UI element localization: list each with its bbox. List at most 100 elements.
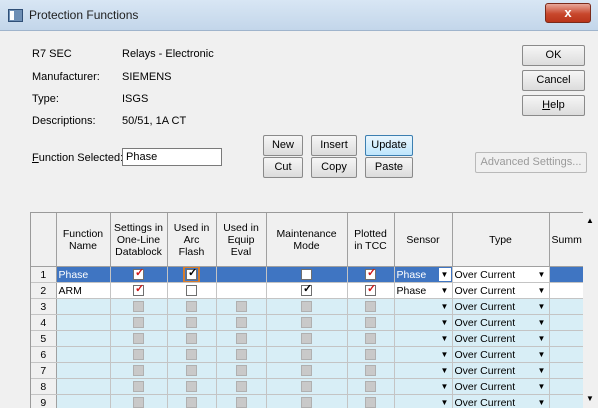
settings-checkbox-cell [110, 394, 168, 408]
function-name-cell[interactable] [56, 378, 111, 395]
ok-button[interactable]: OK [522, 45, 585, 66]
function-name-cell[interactable] [56, 362, 111, 379]
type-select[interactable]: Over Current ▼ [452, 314, 550, 331]
dropdown-arrow-icon[interactable]: ▼ [536, 332, 548, 345]
sensor-select[interactable]: Phase ▼ [394, 282, 453, 299]
dropdown-arrow-icon[interactable]: ▼ [536, 268, 548, 281]
maintenance-checkbox-cell[interactable] [266, 266, 348, 283]
function-selected-field[interactable]: Phase [122, 148, 222, 166]
new-button[interactable]: New [263, 135, 303, 156]
checkbox-checked[interactable]: ✓ [183, 266, 200, 282]
settings-checkbox-cell[interactable]: ✓ [110, 282, 168, 299]
function-name-cell[interactable] [56, 314, 111, 331]
header-type[interactable]: Type [452, 213, 550, 267]
update-button[interactable]: Update [365, 135, 413, 156]
checkbox-disabled [186, 349, 197, 361]
function-name-cell[interactable] [56, 394, 111, 408]
function-name-cell[interactable]: ARM [56, 282, 111, 299]
dropdown-arrow-icon[interactable]: ▼ [536, 316, 548, 329]
header-sensor[interactable]: Sensor [394, 213, 453, 267]
dropdown-arrow-icon[interactable]: ▼ [536, 300, 548, 313]
header-maintenance-mode[interactable]: Maintenance Mode [266, 213, 348, 267]
plotted-checkbox-cell[interactable]: ✓ [347, 266, 395, 283]
vertical-scrollbar[interactable]: ▲ ▼ [583, 212, 598, 408]
type-select[interactable]: Over Current ▼ [452, 346, 550, 363]
dropdown-arrow-icon[interactable]: ▼ [536, 380, 548, 393]
insert-button[interactable]: Insert [311, 135, 357, 156]
sensor-select[interactable]: ▼ [394, 298, 453, 315]
checkbox-checked-red[interactable]: ✓ [133, 267, 144, 281]
table-row[interactable]: 4 ▼ Over Current ▼ [31, 314, 590, 331]
cancel-button[interactable]: Cancel [522, 70, 585, 91]
dropdown-arrow-icon[interactable]: ▼ [536, 348, 548, 361]
function-name-cell[interactable]: Phase [56, 266, 111, 283]
arc-flash-checkbox-cell[interactable]: ✓ [167, 266, 217, 283]
dropdown-arrow-icon[interactable]: ▼ [439, 396, 451, 408]
table-row[interactable]: 6 ▼ Over Current ▼ [31, 346, 590, 363]
checkbox-disabled [365, 317, 376, 329]
dropdown-arrow-icon[interactable]: ▼ [439, 364, 451, 377]
paste-button[interactable]: Paste [365, 157, 413, 178]
type-select[interactable]: Over Current ▼ [452, 362, 550, 379]
scroll-down-icon[interactable]: ▼ [586, 394, 594, 403]
dropdown-arrow-icon[interactable]: ▼ [439, 316, 451, 329]
dropdown-arrow-icon[interactable]: ▼ [536, 396, 548, 408]
plotted-checkbox-cell [347, 346, 395, 363]
window-title: Protection Functions [29, 8, 139, 22]
plotted-checkbox-cell[interactable]: ✓ [347, 282, 395, 299]
checkbox-checked-red[interactable]: ✓ [365, 283, 376, 297]
header-function-name[interactable]: Function Name [56, 213, 111, 267]
help-button[interactable]: Help [522, 95, 585, 116]
type-select[interactable]: Over Current ▼ [452, 282, 550, 299]
checkbox-checked[interactable]: ✓ [301, 283, 312, 297]
close-button[interactable]: x [545, 3, 591, 23]
sensor-select[interactable]: ▼ [394, 330, 453, 347]
header-equip-eval[interactable]: Used in Equip Eval [216, 213, 267, 267]
type-select[interactable]: Over Current ▼ [452, 298, 550, 315]
maintenance-checkbox-cell[interactable]: ✓ [266, 282, 348, 299]
type-select[interactable]: Over Current ▼ [452, 394, 550, 408]
type-select[interactable]: Over Current ▼ [452, 266, 550, 283]
table-row[interactable]: 1 Phase ✓ ✓ ✓ Phase ▼ Over Current ▼ [31, 266, 590, 283]
dropdown-arrow-icon[interactable]: ▼ [439, 348, 451, 361]
sensor-select[interactable]: ▼ [394, 394, 453, 408]
settings-checkbox-cell[interactable]: ✓ [110, 266, 168, 283]
function-name-cell[interactable] [56, 298, 111, 315]
sensor-select[interactable]: ▼ [394, 362, 453, 379]
checkbox-checked-red[interactable]: ✓ [365, 267, 376, 281]
table-row[interactable]: 8 ▼ Over Current ▼ [31, 378, 590, 395]
table-row[interactable]: 5 ▼ Over Current ▼ [31, 330, 590, 347]
dropdown-arrow-icon[interactable]: ▼ [438, 268, 451, 281]
sensor-select[interactable]: ▼ [394, 346, 453, 363]
scroll-up-icon[interactable]: ▲ [586, 216, 594, 225]
sensor-select[interactable]: ▼ [394, 314, 453, 331]
header-settings-datablock[interactable]: Settings in One-Line Datablock [110, 213, 168, 267]
checkbox-checked-red[interactable]: ✓ [133, 283, 144, 297]
type-select[interactable]: Over Current ▼ [452, 378, 550, 395]
cut-button[interactable]: Cut [263, 157, 303, 178]
dropdown-arrow-icon[interactable]: ▼ [439, 380, 451, 393]
header-plotted-tcc[interactable]: Plotted in TCC [347, 213, 395, 267]
checkbox-disabled [301, 333, 312, 345]
checkbox-unchecked[interactable] [186, 285, 197, 297]
dropdown-arrow-icon[interactable]: ▼ [536, 284, 548, 297]
dropdown-arrow-icon[interactable]: ▼ [439, 300, 451, 313]
sensor-select[interactable]: Phase ▼ [394, 266, 453, 283]
dropdown-arrow-icon[interactable]: ▼ [439, 284, 451, 297]
sensor-select[interactable]: ▼ [394, 378, 453, 395]
table-row[interactable]: 3 ▼ Over Current ▼ [31, 298, 590, 315]
table-row[interactable]: 9 ▼ Over Current ▼ [31, 394, 590, 408]
function-name-cell[interactable] [56, 346, 111, 363]
table-row[interactable]: 7 ▼ Over Current ▼ [31, 362, 590, 379]
type-select[interactable]: Over Current ▼ [452, 330, 550, 347]
copy-button[interactable]: Copy [311, 157, 357, 178]
header-arc-flash[interactable]: Used in Arc Flash [167, 213, 217, 267]
function-name-cell[interactable] [56, 330, 111, 347]
plotted-checkbox-cell [347, 298, 395, 315]
protection-functions-grid[interactable]: Function Name Settings in One-Line Datab… [30, 212, 591, 408]
dropdown-arrow-icon[interactable]: ▼ [536, 364, 548, 377]
dropdown-arrow-icon[interactable]: ▼ [439, 332, 451, 345]
arc-flash-checkbox-cell[interactable] [167, 282, 217, 299]
checkbox-unchecked[interactable] [301, 269, 312, 281]
table-row[interactable]: 2 ARM ✓ ✓ ✓ Phase ▼ Over Current ▼ [31, 282, 590, 299]
